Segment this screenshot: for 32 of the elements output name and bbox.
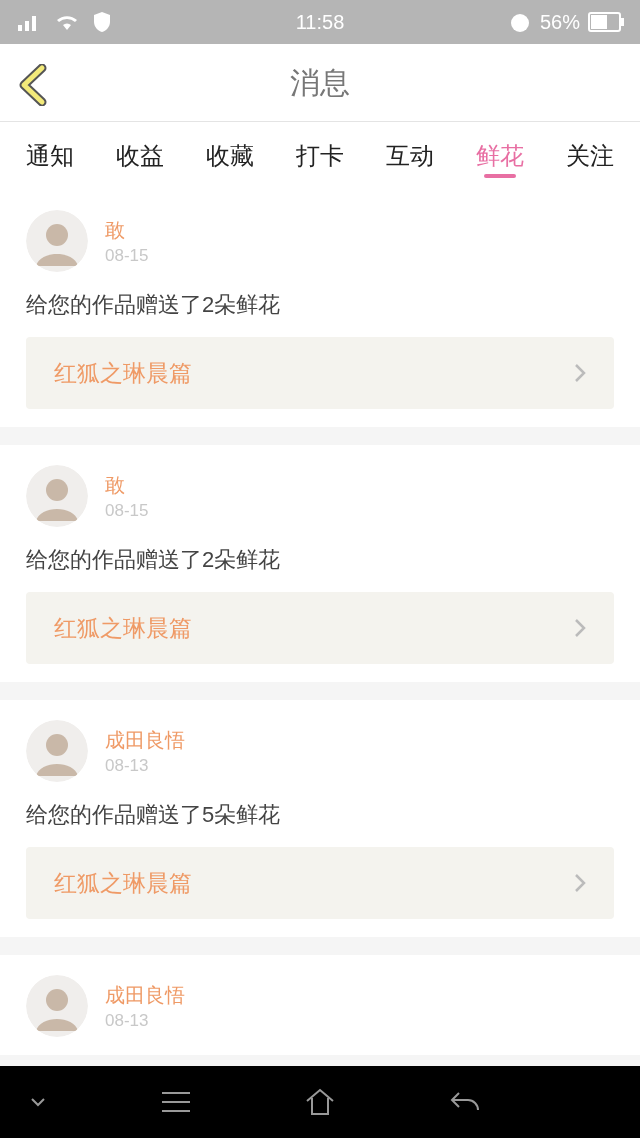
- chevron-right-icon: [574, 618, 586, 638]
- user-name[interactable]: 成田良悟: [105, 981, 185, 1009]
- menu-icon[interactable]: [160, 1091, 191, 1113]
- tab[interactable]: 收益: [116, 122, 164, 190]
- back-arrow-icon[interactable]: [449, 1091, 480, 1113]
- work-link[interactable]: 红狐之琳晨篇: [26, 592, 614, 664]
- user-name[interactable]: 敢: [105, 471, 149, 499]
- battery-icon: [588, 12, 624, 32]
- chevron-right-icon: [574, 363, 586, 383]
- tab-underline: [484, 174, 516, 178]
- battery-percent: 56%: [539, 10, 580, 35]
- message-text: 给您的作品赠送了2朵鲜花: [26, 291, 282, 319]
- tab[interactable]: 互动: [386, 122, 434, 190]
- chevron-right-icon: [574, 873, 586, 893]
- message-text: 给您的作品赠送了5朵鲜花: [26, 801, 282, 829]
- tab[interactable]: 收藏: [206, 122, 254, 190]
- shield-icon: [92, 11, 112, 33]
- home-icon[interactable]: [305, 1088, 335, 1116]
- work-link[interactable]: 红狐之琳晨篇: [26, 847, 614, 919]
- tab[interactable]: 鲜花: [476, 122, 524, 190]
- message-text: 给您的作品赠送了2朵鲜花: [26, 546, 282, 574]
- back-icon: [18, 64, 48, 106]
- tab[interactable]: 打卡: [296, 122, 344, 190]
- back-button[interactable]: [18, 64, 48, 106]
- page-title: 消息: [290, 65, 350, 101]
- user-name[interactable]: 成田良悟: [105, 726, 185, 754]
- work-link[interactable]: 红狐之琳晨篇: [26, 337, 614, 409]
- tab[interactable]: 通知: [26, 122, 74, 190]
- user-name[interactable]: 敢: [105, 216, 149, 244]
- tab[interactable]: 关注: [566, 122, 614, 190]
- status-time: 11:58: [295, 10, 345, 35]
- chevron-down-icon[interactable]: [30, 1097, 46, 1107]
